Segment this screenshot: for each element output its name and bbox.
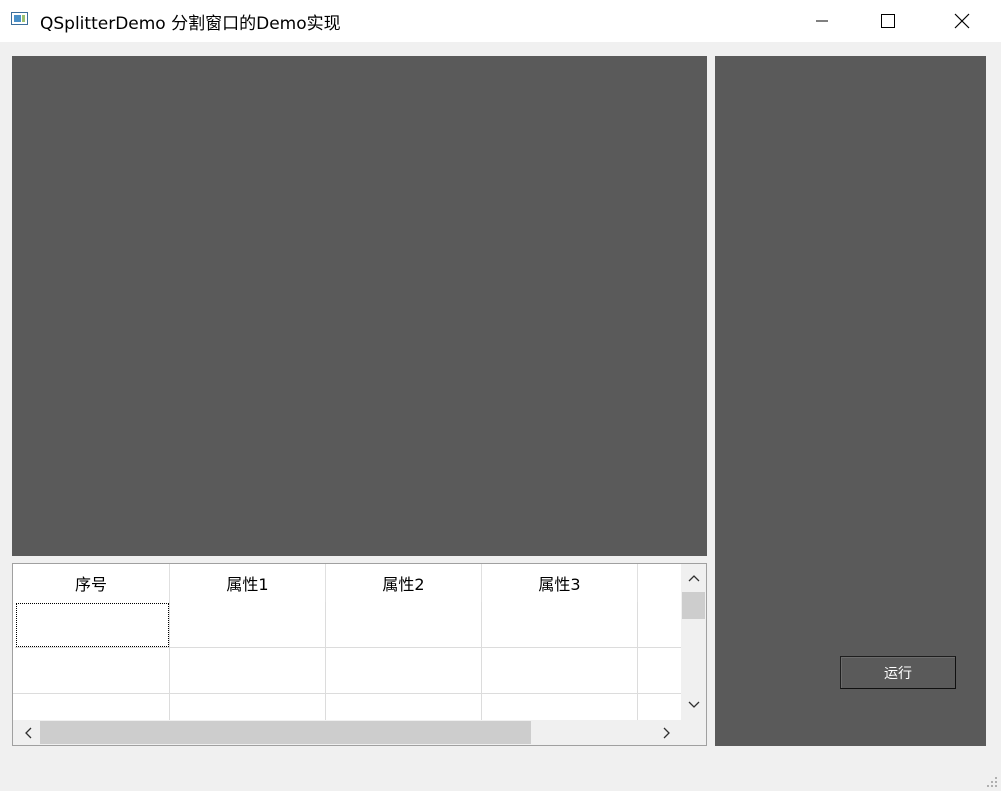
column-header[interactable]: 属性1 bbox=[170, 564, 326, 602]
vertical-scrollbar[interactable] bbox=[681, 564, 706, 720]
vertical-scroll-thumb[interactable] bbox=[682, 592, 705, 619]
window-title: QSplitterDemo 分割窗口的Demo实现 bbox=[40, 14, 341, 34]
column-header[interactable]: 属性3 bbox=[482, 564, 638, 602]
column-header-label: 序号 bbox=[74, 575, 107, 594]
table-cell[interactable] bbox=[326, 648, 482, 694]
chevron-right-icon bbox=[663, 727, 670, 738]
chevron-down-icon bbox=[688, 701, 699, 708]
horizontal-scroll-thumb[interactable] bbox=[40, 721, 531, 744]
title-bar: QSplitterDemo 分割窗口的Demo实现 bbox=[0, 0, 1001, 42]
scroll-up-button[interactable] bbox=[681, 567, 706, 589]
chevron-up-icon bbox=[688, 575, 699, 582]
maximize-icon bbox=[881, 14, 895, 28]
scroll-down-button[interactable] bbox=[681, 694, 706, 716]
table-grid: 序号 属性1 属性2 属性3 bbox=[13, 564, 681, 720]
maximize-button[interactable] bbox=[865, 0, 911, 42]
minimize-icon bbox=[816, 20, 828, 22]
table-cell[interactable] bbox=[326, 602, 482, 648]
table-cell[interactable] bbox=[170, 648, 326, 694]
column-header-label: 属性3 bbox=[538, 575, 581, 594]
table-cell-filler bbox=[638, 694, 681, 720]
app-window-icon bbox=[11, 12, 28, 25]
table-view[interactable]: 序号 属性1 属性2 属性3 bbox=[12, 563, 707, 746]
column-header-label: 属性1 bbox=[226, 575, 269, 594]
scroll-right-button[interactable] bbox=[654, 720, 679, 745]
table-cell[interactable] bbox=[170, 602, 326, 648]
column-header[interactable]: 属性2 bbox=[326, 564, 482, 602]
run-button[interactable]: 运行 bbox=[840, 656, 956, 689]
table-cell[interactable] bbox=[326, 694, 482, 720]
table-cell[interactable] bbox=[13, 694, 170, 720]
table-cell[interactable] bbox=[170, 694, 326, 720]
column-header-filler bbox=[638, 564, 681, 602]
table-cell[interactable] bbox=[482, 602, 638, 648]
close-button[interactable] bbox=[939, 0, 985, 42]
run-button-label: 运行 bbox=[884, 665, 912, 682]
right-splitter-pane: 运行 bbox=[715, 56, 986, 746]
scroll-left-button[interactable] bbox=[15, 720, 40, 745]
table-cell[interactable] bbox=[15, 602, 170, 648]
column-header[interactable]: 序号 bbox=[13, 564, 170, 602]
horizontal-scrollbar[interactable] bbox=[13, 720, 681, 745]
table-cell-filler bbox=[638, 602, 681, 648]
close-icon bbox=[954, 13, 970, 29]
top-splitter-pane bbox=[12, 56, 707, 556]
table-cell-filler bbox=[638, 648, 681, 694]
table-cell[interactable] bbox=[13, 648, 170, 694]
size-grip-icon[interactable] bbox=[985, 775, 999, 789]
table-cell[interactable] bbox=[482, 648, 638, 694]
minimize-button[interactable] bbox=[799, 0, 845, 42]
column-header-label: 属性2 bbox=[382, 575, 425, 594]
table-cell[interactable] bbox=[482, 694, 638, 720]
chevron-left-icon bbox=[24, 727, 31, 738]
scrollbar-corner bbox=[681, 720, 706, 745]
